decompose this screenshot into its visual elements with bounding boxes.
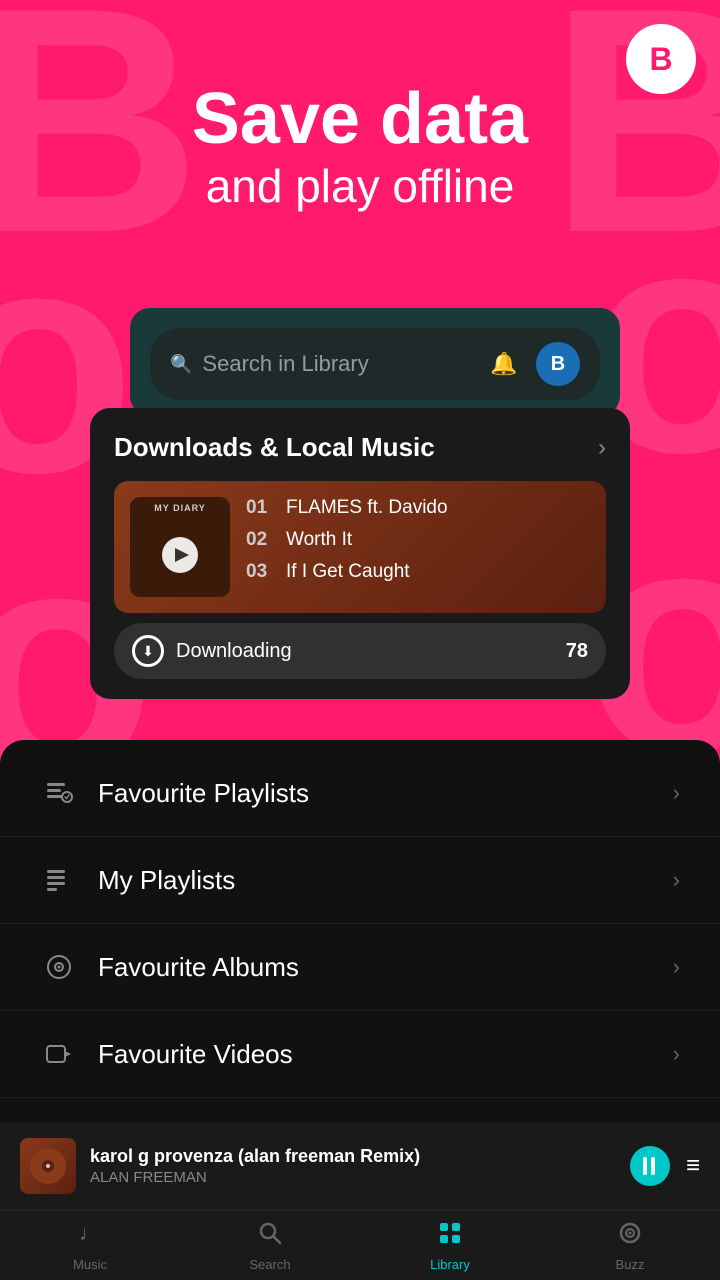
download-icon: ⬇ [132, 635, 164, 667]
hero-title: Save data [0, 80, 720, 159]
track-list: 01 FLAMES ft. Davido 02 Worth It 03 If I… [246, 497, 590, 583]
my-playlists-icon [40, 861, 78, 899]
track-num-2: 02 [246, 529, 274, 551]
bell-button[interactable]: 🔔 [482, 342, 526, 386]
queue-button[interactable]: ≡ [686, 1152, 700, 1180]
music-nav-icon: ♩ [77, 1220, 103, 1253]
music-nav-label: Music [73, 1257, 107, 1272]
favourite-playlists-icon [40, 774, 78, 812]
my-playlists-label: My Playlists [98, 865, 673, 896]
now-playing-info: karol g provenza (alan freeman Remix) AL… [90, 1146, 616, 1186]
search-actions: 🔔 B [482, 342, 580, 386]
my-playlists-chevron: › [673, 867, 680, 893]
buzz-nav-icon [617, 1220, 643, 1253]
favourite-videos-label: Favourite Videos [98, 1039, 673, 1070]
menu-item-favourite-albums[interactable]: Favourite Albums › [0, 924, 720, 1011]
favourite-videos-icon [40, 1035, 78, 1073]
nav-item-buzz[interactable]: Buzz [540, 1220, 720, 1272]
favourite-playlists-chevron: › [673, 780, 680, 806]
track-item-2: 02 Worth It [246, 529, 590, 551]
pause-icon [643, 1157, 657, 1175]
favourite-albums-icon [40, 948, 78, 986]
track-num-1: 01 [246, 497, 274, 519]
downloading-label: Downloading [176, 640, 554, 663]
track-name-1: FLAMES ft. Davido [286, 497, 448, 519]
nav-item-music[interactable]: ♩ Music [0, 1220, 180, 1272]
pause-button[interactable] [630, 1146, 670, 1186]
favourite-videos-chevron: › [673, 1041, 680, 1067]
track-name-3: If I Get Caught [286, 561, 410, 583]
downloading-count: 78 [566, 640, 588, 663]
play-icon [175, 548, 189, 562]
favourite-albums-chevron: › [673, 954, 680, 980]
hero-section: Save data and play offline [0, 80, 720, 214]
nav-item-search[interactable]: Search [180, 1220, 360, 1272]
downloads-card: Downloads & Local Music › MY DIARY 01 FL… [90, 408, 630, 699]
now-playing-art [20, 1138, 76, 1194]
menu-item-my-playlists[interactable]: My Playlists › [0, 837, 720, 924]
track-name-2: Worth It [286, 529, 352, 551]
now-playing-title: karol g provenza (alan freeman Remix) [90, 1146, 616, 1167]
menu-item-favourite-playlists[interactable]: Favourite Playlists › [0, 750, 720, 837]
track-item-3: 03 If I Get Caught [246, 561, 590, 583]
hero-subtitle: and play offline [0, 159, 720, 214]
buzz-nav-label: Buzz [616, 1257, 645, 1272]
track-item-1: 01 FLAMES ft. Davido [246, 497, 590, 519]
favourite-playlists-label: Favourite Playlists [98, 778, 673, 809]
menu-item-favourite-videos[interactable]: Favourite Videos › [0, 1011, 720, 1098]
now-playing-artist: ALAN FREEMAN [90, 1169, 616, 1186]
nav-item-library[interactable]: Library [360, 1220, 540, 1272]
downloads-chevron-icon[interactable]: › [598, 434, 606, 462]
search-nav-icon [257, 1220, 283, 1253]
library-nav-icon [437, 1220, 463, 1253]
downloading-bar: ⬇ Downloading 78 [114, 623, 606, 679]
search-icon: 🔍 [170, 354, 192, 375]
search-nav-label: Search [249, 1257, 290, 1272]
svg-text:♩: ♩ [79, 1220, 101, 1245]
library-card: 🔍 Search in Library 🔔 B [130, 308, 620, 416]
tracks-container: MY DIARY 01 FLAMES ft. Davido 02 Worth I… [114, 481, 606, 613]
search-placeholder: Search in Library [202, 351, 368, 377]
album-art: MY DIARY [130, 497, 230, 597]
now-playing-controls: ≡ [630, 1146, 700, 1186]
album-label: MY DIARY [130, 503, 230, 513]
logo-letter: B [649, 41, 672, 78]
track-num-3: 03 [246, 561, 274, 583]
now-playing-bar: karol g provenza (alan freeman Remix) AL… [0, 1122, 720, 1210]
play-button[interactable] [162, 537, 198, 573]
library-nav-label: Library [430, 1257, 470, 1272]
bottom-navigation: ♩ Music Search Library [0, 1210, 720, 1280]
downloads-title: Downloads & Local Music [114, 432, 435, 463]
favourite-albums-label: Favourite Albums [98, 952, 673, 983]
user-avatar-sm[interactable]: B [536, 342, 580, 386]
downloads-header: Downloads & Local Music › [114, 432, 606, 463]
